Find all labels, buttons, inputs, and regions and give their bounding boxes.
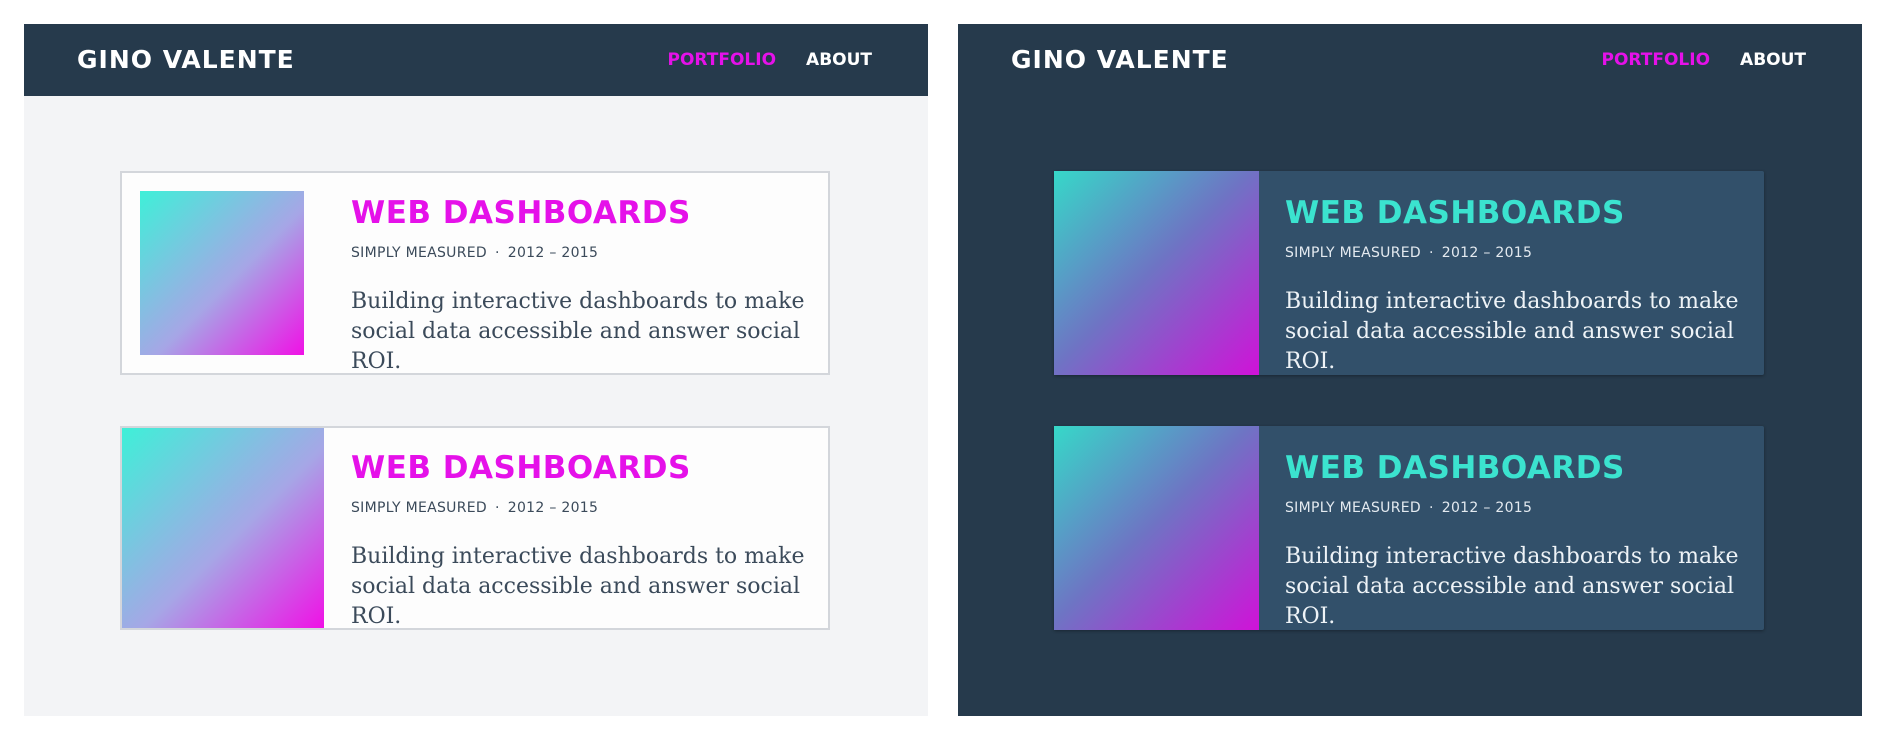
card-text: WEB DASHBOARDS SIMPLY MEASURED · 2012 – 20… bbox=[351, 450, 811, 632]
meta-separator: · bbox=[1428, 245, 1434, 261]
company-name: SIMPLY MEASURED bbox=[1285, 245, 1421, 261]
brand-logo[interactable]: GINO VALENTE bbox=[77, 24, 295, 96]
date-range: 2012 – 2015 bbox=[507, 245, 599, 261]
nav-link-about[interactable]: ABOUT bbox=[806, 24, 872, 96]
portfolio-card[interactable]: WEB DASHBOARDS SIMPLY MEASURED · 2012 – 20… bbox=[120, 171, 830, 375]
card-title[interactable]: WEB DASHBOARDS bbox=[351, 195, 811, 231]
card-description: Building interactive dashboards to make … bbox=[1285, 544, 1739, 629]
date-range: 2012 – 2015 bbox=[507, 500, 599, 516]
card-text: WEB DASHBOARDS SIMPLY MEASURED · 2012 – 20… bbox=[1285, 450, 1745, 632]
card-description: Building interactive dashboards to make … bbox=[1285, 289, 1739, 374]
portfolio-card[interactable]: WEB DASHBOARDS SIMPLY MEASURED · 2012 – 20… bbox=[1054, 426, 1764, 630]
company-name: SIMPLY MEASURED bbox=[351, 245, 487, 261]
date-range: 2012 – 2015 bbox=[1441, 500, 1533, 516]
card-meta: SIMPLY MEASURED · 2012 – 2015 bbox=[1285, 245, 1745, 261]
top-nav: GINO VALENTE PORTFOLIO ABOUT bbox=[958, 24, 1862, 96]
card-meta: SIMPLY MEASURED · 2012 – 2015 bbox=[351, 245, 811, 261]
light-theme-panel: GINO VALENTE PORTFOLIO ABOUT WEB DASHBOA… bbox=[24, 24, 928, 716]
card-title[interactable]: WEB DASHBOARDS bbox=[351, 450, 811, 486]
meta-separator: · bbox=[494, 245, 500, 261]
brand-logo[interactable]: GINO VALENTE bbox=[1011, 24, 1229, 96]
top-nav: GINO VALENTE PORTFOLIO ABOUT bbox=[24, 24, 928, 96]
date-range: 2012 – 2015 bbox=[1441, 245, 1533, 261]
portfolio-card[interactable]: WEB DASHBOARDS SIMPLY MEASURED · 2012 – 20… bbox=[120, 426, 830, 630]
nav-link-portfolio[interactable]: PORTFOLIO bbox=[668, 24, 777, 96]
nav-links: PORTFOLIO ABOUT bbox=[668, 24, 872, 96]
meta-separator: · bbox=[494, 500, 500, 516]
card-text: WEB DASHBOARDS SIMPLY MEASURED · 2012 – 20… bbox=[351, 195, 811, 377]
nav-links: PORTFOLIO ABOUT bbox=[1602, 24, 1806, 96]
portfolio-card[interactable]: WEB DASHBOARDS SIMPLY MEASURED · 2012 – 20… bbox=[1054, 171, 1764, 375]
company-name: SIMPLY MEASURED bbox=[1285, 500, 1421, 516]
card-description: Building interactive dashboards to make … bbox=[351, 289, 805, 374]
nav-link-portfolio[interactable]: PORTFOLIO bbox=[1602, 24, 1711, 96]
project-thumbnail bbox=[140, 191, 304, 355]
card-meta: SIMPLY MEASURED · 2012 – 2015 bbox=[351, 500, 811, 516]
card-title[interactable]: WEB DASHBOARDS bbox=[1285, 450, 1745, 486]
project-thumbnail bbox=[1054, 426, 1259, 630]
meta-separator: · bbox=[1428, 500, 1434, 516]
card-description: Building interactive dashboards to make … bbox=[351, 544, 805, 629]
project-thumbnail bbox=[122, 428, 324, 628]
project-thumbnail bbox=[1054, 171, 1259, 375]
card-text: WEB DASHBOARDS SIMPLY MEASURED · 2012 – 20… bbox=[1285, 195, 1745, 377]
card-title[interactable]: WEB DASHBOARDS bbox=[1285, 195, 1745, 231]
company-name: SIMPLY MEASURED bbox=[351, 500, 487, 516]
nav-link-about[interactable]: ABOUT bbox=[1740, 24, 1806, 96]
dark-theme-panel: GINO VALENTE PORTFOLIO ABOUT WEB DASHBOA… bbox=[958, 24, 1862, 716]
card-meta: SIMPLY MEASURED · 2012 – 2015 bbox=[1285, 500, 1745, 516]
